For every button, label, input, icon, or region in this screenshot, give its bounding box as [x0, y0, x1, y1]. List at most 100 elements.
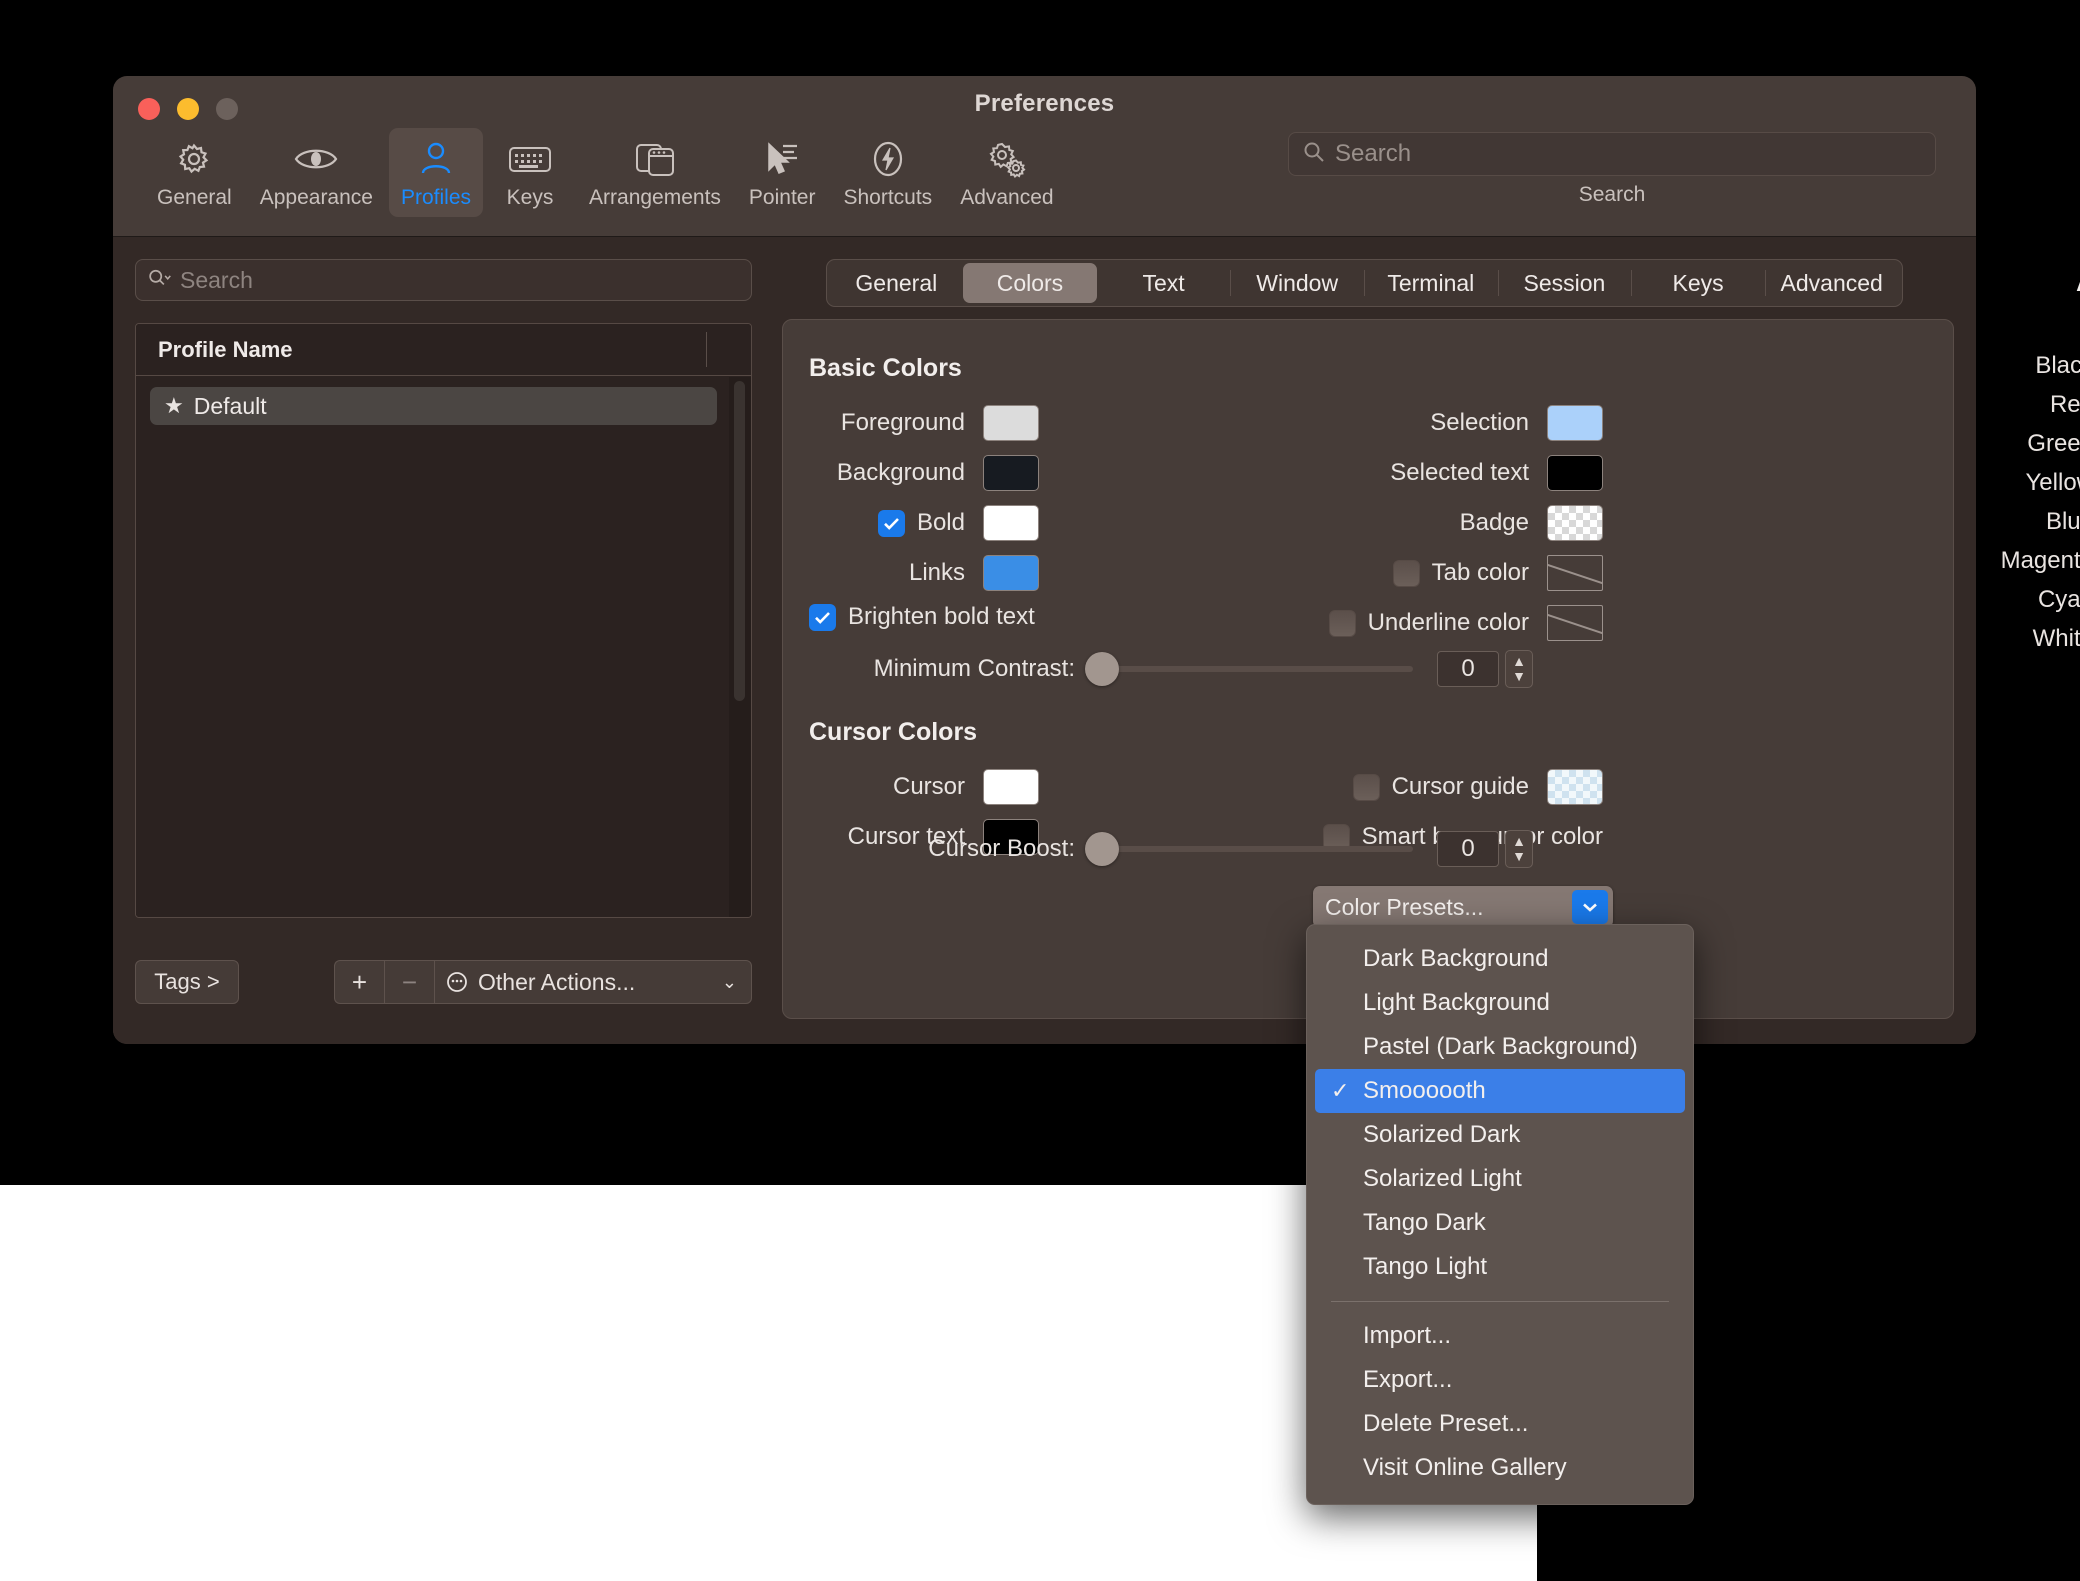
- label-background: Background: [836, 459, 965, 486]
- menu-item-label: Tango Dark: [1363, 1209, 1486, 1236]
- tab-label: General: [855, 269, 938, 296]
- global-search-field[interactable]: Search: [1288, 132, 1936, 176]
- tab-label: Terminal: [1387, 269, 1475, 296]
- toolbar-item-keys[interactable]: Keys: [487, 128, 573, 217]
- profiles-scrollbar-thumb[interactable]: [734, 381, 745, 701]
- menu-item-label: Solarized Dark: [1363, 1121, 1521, 1148]
- other-actions-button[interactable]: Other Actions... ⌄: [434, 960, 752, 1004]
- add-profile-button[interactable]: +: [334, 960, 384, 1004]
- tab-text[interactable]: Text: [1097, 263, 1232, 303]
- toolbar-item-arrangements[interactable]: Arrangements: [577, 128, 733, 217]
- toolbar-item-appearance[interactable]: Appearance: [248, 128, 385, 217]
- tab-label: Colors: [996, 269, 1064, 296]
- column-divider[interactable]: [706, 332, 707, 367]
- menu-item-delete-preset[interactable]: Delete Preset...: [1315, 1402, 1685, 1446]
- tab-session[interactable]: Session: [1498, 263, 1633, 303]
- minimum-contrast-value[interactable]: 0: [1437, 651, 1499, 687]
- remove-profile-button[interactable]: −: [384, 960, 434, 1004]
- bolt-icon: [843, 136, 932, 182]
- row-selected-text: Selected text: [1113, 448, 1603, 498]
- toolbar-item-advanced[interactable]: Advanced: [948, 128, 1065, 217]
- color-presets-button[interactable]: Color Presets...: [1313, 886, 1613, 928]
- row-background: Background: [809, 448, 1039, 498]
- tab-label: Keys: [1672, 269, 1724, 296]
- menu-item-light-background[interactable]: Light Background: [1315, 981, 1685, 1025]
- minimum-contrast-slider-knob[interactable]: [1085, 652, 1119, 686]
- swatch-selected-text[interactable]: [1547, 455, 1603, 491]
- row-brighten-bold-text: Brighten bold text: [809, 592, 1035, 642]
- swatch-cursor-guide[interactable]: [1547, 769, 1603, 805]
- menu-item-solarized-light[interactable]: Solarized Light: [1315, 1157, 1685, 1201]
- menu-item-label: Smoooooth: [1363, 1077, 1486, 1104]
- swatch-foreground[interactable]: [983, 405, 1039, 441]
- menu-item-smoooooth[interactable]: ✓ Smoooooth: [1315, 1069, 1685, 1113]
- ansi-label-black: Black: [2035, 351, 2080, 379]
- tab-colors[interactable]: Colors: [963, 263, 1097, 303]
- checkbox-bold[interactable]: [877, 509, 905, 537]
- menu-item-export[interactable]: Export...: [1315, 1358, 1685, 1402]
- swatch-tab-color[interactable]: [1547, 555, 1603, 591]
- menu-item-visit-online-gallery[interactable]: Visit Online Gallery: [1315, 1446, 1685, 1490]
- tab-window[interactable]: Window: [1230, 263, 1365, 303]
- cursor-boost-slider-knob[interactable]: [1085, 832, 1119, 866]
- profiles-scrollbar[interactable]: [729, 377, 751, 917]
- tab-advanced[interactable]: Advanced: [1765, 263, 1899, 303]
- toolbar-item-shortcuts[interactable]: Shortcuts: [831, 128, 944, 217]
- tags-button[interactable]: Tags >: [135, 960, 239, 1004]
- menu-item-dark-background[interactable]: Dark Background: [1315, 937, 1685, 981]
- toolbar-item-general[interactable]: General: [145, 128, 244, 217]
- basic-colors-right-column: Selection Selected text Badge Tab color …: [1113, 398, 1603, 648]
- ansi-label-magenta: Magenta: [2000, 546, 2080, 574]
- tab-general[interactable]: General: [830, 263, 964, 303]
- stepper-up-icon[interactable]: ▲: [1512, 834, 1526, 849]
- cursor-boost-value[interactable]: 0: [1437, 831, 1499, 867]
- swatch-selection[interactable]: [1547, 405, 1603, 441]
- swatch-cursor[interactable]: [983, 769, 1039, 805]
- tab-keys[interactable]: Keys: [1631, 263, 1766, 303]
- ansi-label-green: Green: [2027, 429, 2080, 457]
- cursor-boost-row: Cursor Boost: 0 ▲ ▼: [809, 830, 1889, 868]
- swatch-links[interactable]: [983, 555, 1039, 591]
- chevron-down-icon[interactable]: [1572, 890, 1608, 924]
- label-minimum-contrast: Minimum Contrast:: [873, 655, 1075, 682]
- tab-terminal[interactable]: Terminal: [1364, 263, 1499, 303]
- checkbox-cursor-guide[interactable]: [1352, 773, 1380, 801]
- profile-row-default[interactable]: ★ Default: [150, 387, 717, 425]
- tab-label: Window: [1256, 269, 1339, 296]
- cursor-icon: [749, 136, 816, 182]
- profile-search-field[interactable]: Search: [135, 259, 752, 301]
- gears-icon: [960, 136, 1053, 182]
- toolbar-search-area: Search Search: [1288, 132, 1936, 207]
- menu-item-pastel-dark-background[interactable]: Pastel (Dark Background): [1315, 1025, 1685, 1069]
- global-search-caption: Search: [1578, 183, 1646, 206]
- menu-item-import[interactable]: Import...: [1315, 1314, 1685, 1358]
- swatch-underline-color[interactable]: [1547, 605, 1603, 641]
- minimum-contrast-slider[interactable]: [1085, 652, 1413, 686]
- color-presets-menu: Dark Background Light Background Pastel …: [1306, 924, 1694, 1505]
- label-cursor: Cursor: [892, 773, 965, 800]
- stepper-up-icon[interactable]: ▲: [1512, 654, 1526, 669]
- menu-item-label: Light Background: [1363, 989, 1550, 1016]
- menu-item-tango-dark[interactable]: Tango Dark: [1315, 1201, 1685, 1245]
- menu-item-tango-light[interactable]: Tango Light: [1315, 1245, 1685, 1289]
- checkbox-tab-color[interactable]: [1392, 559, 1420, 587]
- swatch-bold[interactable]: [983, 505, 1039, 541]
- swatch-badge[interactable]: [1547, 505, 1603, 541]
- label-badge: Badge: [1459, 509, 1529, 536]
- menu-separator: [1331, 1301, 1669, 1302]
- ansi-colors-title: ANSI Colors: [1974, 269, 2080, 298]
- cursor-boost-stepper[interactable]: ▲ ▼: [1505, 830, 1533, 868]
- minimum-contrast-stepper[interactable]: ▲ ▼: [1505, 650, 1533, 688]
- toolbar-item-profiles[interactable]: Profiles: [388, 128, 484, 217]
- menu-item-label: Visit Online Gallery: [1363, 1454, 1567, 1481]
- checkbox-brighten-bold-text[interactable]: [809, 603, 836, 631]
- menu-item-solarized-dark[interactable]: Solarized Dark: [1315, 1113, 1685, 1157]
- checkbox-underline-color[interactable]: [1328, 609, 1356, 637]
- stepper-down-icon[interactable]: ▼: [1512, 849, 1526, 864]
- label-tab-color: Tab color: [1431, 559, 1529, 586]
- toolbar-item-pointer[interactable]: Pointer: [737, 128, 828, 217]
- swatch-background[interactable]: [983, 455, 1039, 491]
- ansi-row-labels: Black Red Green Yellow Blue Magenta Cyan…: [1974, 314, 2080, 658]
- stepper-down-icon[interactable]: ▼: [1512, 669, 1526, 684]
- cursor-boost-slider[interactable]: [1085, 832, 1413, 866]
